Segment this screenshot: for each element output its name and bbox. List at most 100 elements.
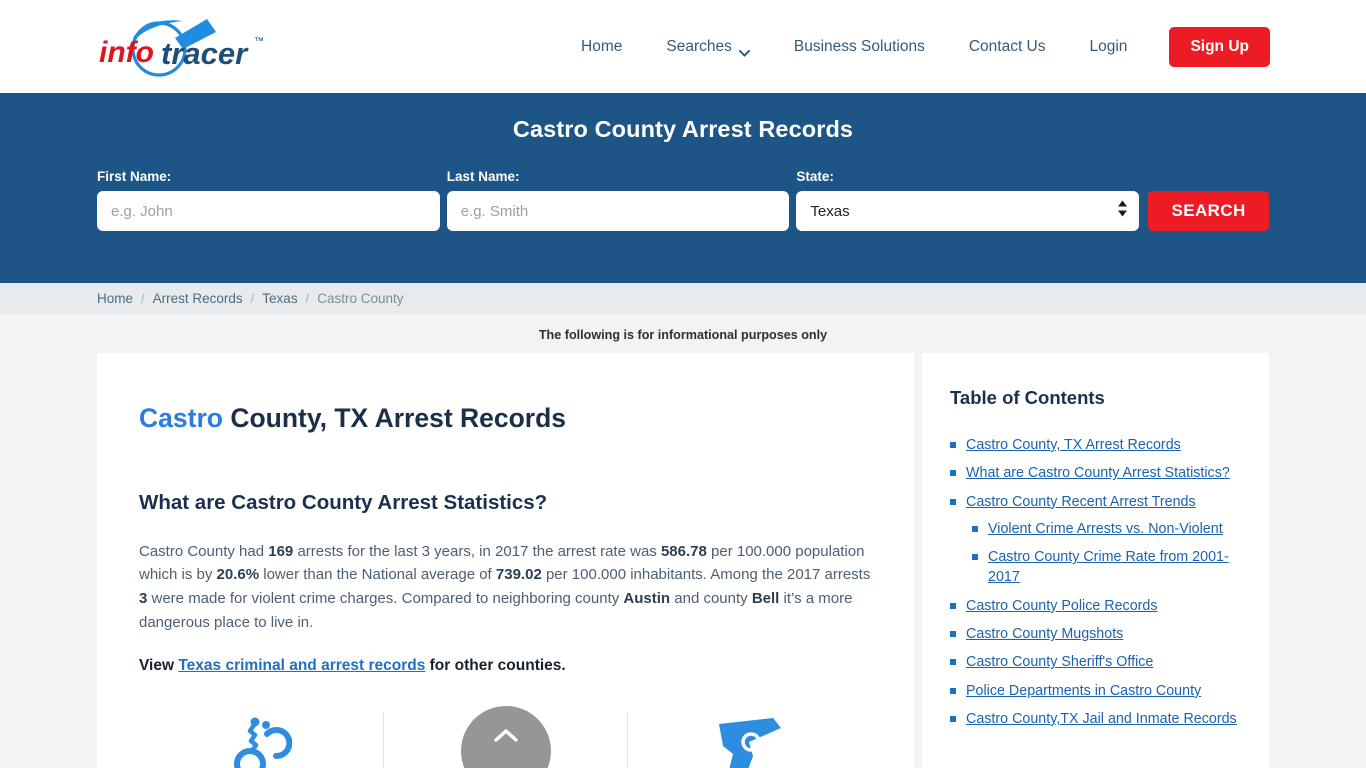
section-heading-statistics: What are Castro County Arrest Statistics… — [139, 490, 548, 514]
toc-row: Castro County Sheriff's Office — [950, 652, 1241, 672]
breadcrumb-separator: / — [305, 291, 310, 306]
page-title: Castro County, TX Arrest Records — [139, 403, 872, 435]
toc-link-police-records[interactable]: Castro County Police Records — [966, 596, 1158, 616]
state-label: State: — [796, 169, 834, 184]
para-seg-7: and county — [670, 590, 752, 608]
toc-item: Police Departments in Castro County — [950, 681, 1241, 701]
stat-arrest-count: 169 — [268, 542, 294, 560]
logo-text-tracer: tracer — [161, 36, 249, 71]
toc-link-jail-inmate-records[interactable]: Castro County,TX Jail and Inmate Records — [966, 709, 1237, 729]
toc-subitem: Castro County Crime Rate from 2001-2017 — [950, 547, 1241, 588]
page-title-rest: County, TX Arrest Records — [222, 403, 567, 433]
last-name-label: Last Name: — [446, 169, 520, 184]
toc-link-recent-arrest-trends[interactable]: Castro County Recent Arrest Trends — [966, 492, 1196, 512]
para-seg-1: Castro County had — [139, 542, 269, 560]
search-banner: Castro County Arrest Records First Name:… — [0, 93, 1366, 283]
texas-records-link[interactable]: Texas criminal and arrest records — [178, 657, 425, 674]
state-select[interactable]: Texas — [796, 191, 1140, 231]
toc-row: Castro County Crime Rate from 2001-2017 — [950, 547, 1241, 588]
para-seg-4: lower than the National average of — [259, 566, 496, 584]
breadcrumb-item-castro-county: Castro County — [317, 291, 404, 306]
page-title-accent: Castro — [139, 403, 223, 433]
informational-notice: The following is for informational purpo… — [538, 328, 828, 342]
toc-item: Castro County, TX Arrest Records — [950, 435, 1241, 455]
nav-home-label: Home — [581, 37, 623, 55]
toc-row: Castro County,TX Jail and Inmate Records — [950, 709, 1241, 729]
handcuffs-icon — [230, 716, 293, 768]
page-body: Castro County, TX Arrest Records What ar… — [0, 353, 1366, 768]
nav-searches[interactable]: Searches — [644, 37, 771, 57]
stat-national-average: 739.02 — [495, 566, 542, 584]
toc-link-arrest-records[interactable]: Castro County, TX Arrest Records — [966, 435, 1181, 455]
breadcrumb: Home / Arrest Records / Texas / Castro C… — [0, 283, 1366, 314]
square-bullet-icon — [950, 631, 956, 638]
infotracer-logo[interactable]: info tracer ™ — [97, 16, 277, 78]
toc-item: Castro County Sheriff's Office — [950, 652, 1241, 672]
chevron-up-icon — [493, 728, 518, 746]
toc-row: Castro County Recent Arrest Trends — [950, 492, 1241, 512]
sign-up-button[interactable]: Sign Up — [1169, 26, 1270, 67]
last-name-group: Last Name: — [446, 169, 790, 231]
first-name-input[interactable] — [97, 191, 440, 231]
main-content-card: Castro County, TX Arrest Records What ar… — [97, 353, 914, 768]
main-navigation: Home Searches Business Solutions Contact… — [559, 26, 1270, 67]
toc-title: Table of Contents — [950, 387, 1105, 408]
stat-arrest-rate: 586.78 — [660, 542, 707, 560]
toc-row: Castro County, TX Arrest Records — [950, 435, 1241, 455]
nav-contact-us[interactable]: Contact Us — [947, 38, 1068, 56]
square-bullet-icon — [950, 498, 956, 505]
gun-icon — [715, 716, 785, 768]
stat-neighbor-county-1: Austin — [623, 590, 671, 608]
square-bullet-icon — [950, 687, 956, 694]
toc-row: Violent Crime Arrests vs. Non-Violent — [950, 519, 1241, 539]
stat-neighbor-county-2: Bell — [751, 590, 780, 608]
para-seg-2: arrests for the last 3 years, in 2017 th… — [293, 542, 661, 560]
first-name-label: First Name: — [97, 169, 172, 184]
toc-row: Castro County Police Records — [950, 596, 1241, 616]
first-name-group: First Name: — [97, 169, 440, 231]
toc-link-mugshots[interactable]: Castro County Mugshots — [966, 624, 1123, 644]
square-bullet-icon — [950, 442, 956, 448]
nav-business-solutions-label: Business Solutions — [793, 37, 925, 55]
search-form: First Name: Last Name: State: Texas — [97, 169, 1270, 231]
toc-row: Police Departments in Castro County — [950, 681, 1241, 701]
toc-item: Castro County Recent Arrest Trends Viole… — [950, 492, 1241, 588]
square-bullet-icon — [972, 525, 978, 532]
nav-login-label: Login — [1089, 37, 1128, 55]
breadcrumb-item-arrest-records[interactable]: Arrest Records — [153, 291, 243, 306]
search-button[interactable]: SEARCH — [1148, 191, 1270, 231]
toc-sublist: Violent Crime Arrests vs. Non-Violent Ca… — [950, 519, 1241, 588]
view-prefix: View — [139, 656, 179, 674]
logo-trademark: ™ — [254, 36, 264, 47]
statistics-paragraph: Castro County had 169 arrests for the la… — [139, 540, 872, 635]
breadcrumb-item-home[interactable]: Home — [97, 291, 133, 306]
last-name-input[interactable] — [446, 191, 790, 231]
toc-item: Castro County Mugshots — [950, 624, 1241, 644]
square-bullet-icon — [950, 659, 956, 666]
view-other-counties-line: View Texas criminal and arrest records f… — [139, 657, 872, 675]
para-seg-5: per 100.000 inhabitants. Among the 2017 … — [541, 566, 871, 584]
banner-title: Castro County Arrest Records — [512, 116, 854, 142]
logo-graphic: info tracer ™ — [99, 18, 264, 77]
view-suffix: for other counties. — [425, 656, 566, 674]
nav-login[interactable]: Login — [1068, 38, 1150, 56]
square-bullet-icon — [950, 715, 956, 722]
table-of-contents-card: Table of Contents Castro County, TX Arre… — [922, 353, 1269, 768]
icon-cell-gun — [628, 712, 872, 768]
toc-item: Castro County Police Records — [950, 596, 1241, 616]
chevron-down-icon — [738, 44, 750, 57]
nav-home[interactable]: Home — [559, 38, 644, 56]
toc-link-police-departments[interactable]: Police Departments in Castro County — [966, 681, 1201, 701]
toc-link-sheriffs-office[interactable]: Castro County Sheriff's Office — [966, 652, 1153, 672]
toc-link-crime-rate-2001-2017[interactable]: Castro County Crime Rate from 2001-2017 — [988, 547, 1241, 588]
para-seg-6: were made for violent crime charges. Com… — [147, 590, 624, 608]
toc-link-violent-vs-nonviolent[interactable]: Violent Crime Arrests vs. Non-Violent — [988, 519, 1223, 539]
stat-percent-lower: 20.6% — [216, 566, 260, 584]
nav-searches-label: Searches — [666, 37, 732, 55]
toc-link-arrest-statistics[interactable]: What are Castro County Arrest Statistics… — [966, 463, 1230, 483]
state-select-wrap: Texas — [796, 191, 1140, 231]
icon-cell-handcuffs — [139, 711, 384, 768]
breadcrumb-item-texas[interactable]: Texas — [262, 291, 297, 306]
toc-subitem: Violent Crime Arrests vs. Non-Violent — [950, 519, 1241, 539]
nav-business-solutions[interactable]: Business Solutions — [772, 38, 947, 56]
